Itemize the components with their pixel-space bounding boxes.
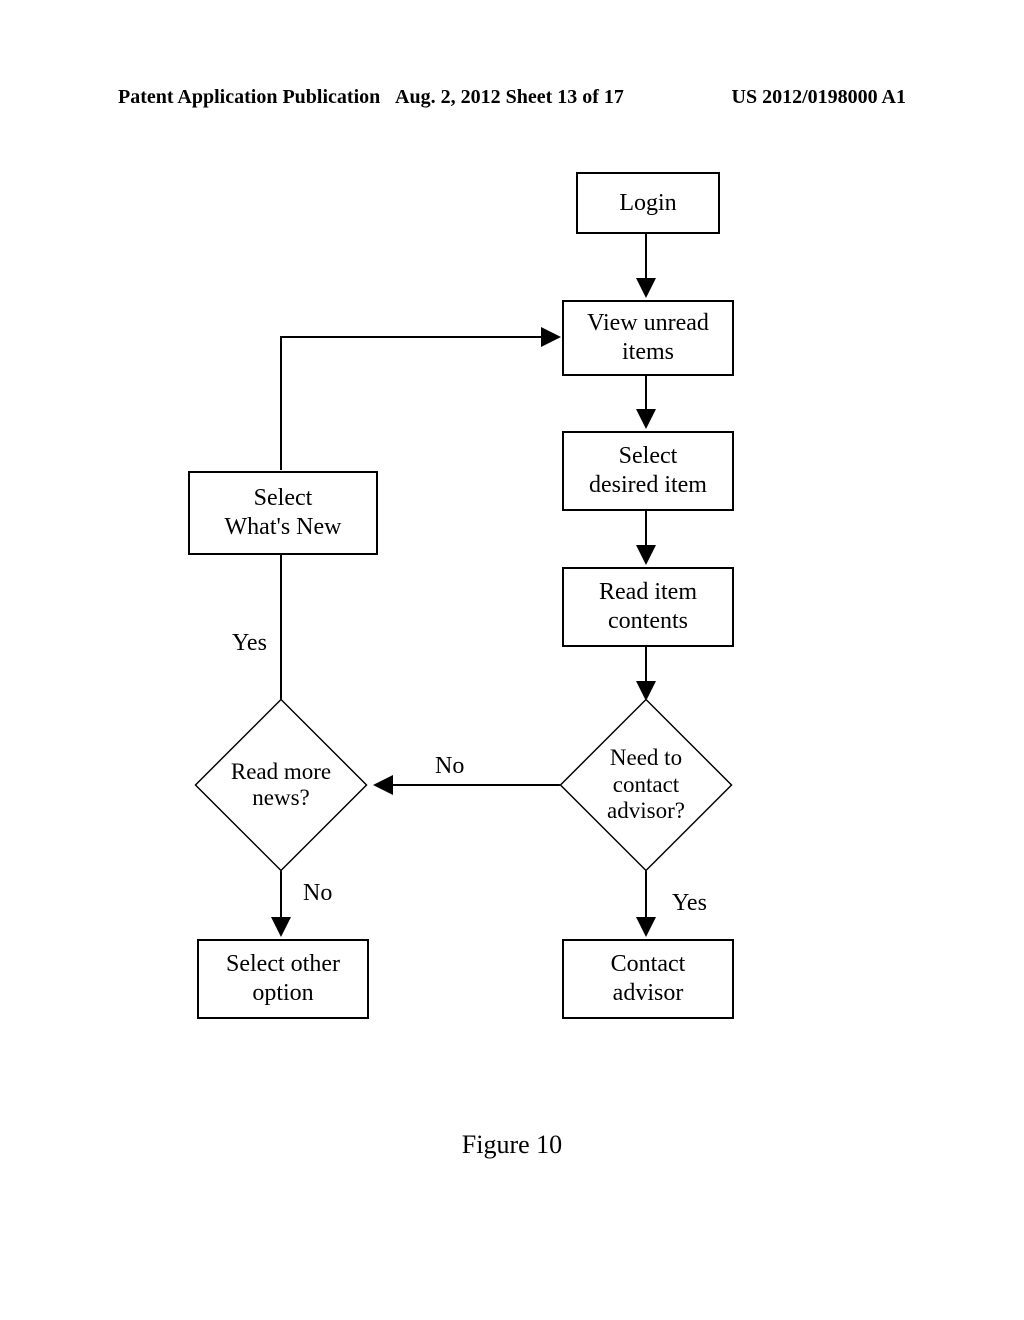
label-yes-left: Yes (232, 630, 267, 657)
node-select-whats-new: SelectWhat's New (188, 471, 378, 555)
node-select-item: Selectdesired item (562, 431, 734, 511)
node-need-contact-label: Need tocontactadvisor? (561, 700, 731, 870)
node-select-other: Select otheroption (197, 939, 369, 1019)
flow-arrows (0, 0, 1024, 1320)
node-view-unread: View unreaditems (562, 300, 734, 376)
node-read-more-label: Read morenews? (196, 700, 366, 870)
label-no-mid: No (435, 753, 464, 780)
node-contact-advisor: Contactadvisor (562, 939, 734, 1019)
node-read-more: Read morenews? (196, 700, 366, 870)
node-need-contact: Need tocontactadvisor? (561, 700, 731, 870)
node-read-contents: Read itemcontents (562, 567, 734, 647)
label-yes-right: Yes (672, 890, 707, 917)
label-no-below: No (303, 880, 332, 907)
node-login: Login (576, 172, 720, 234)
figure-caption: Figure 10 (0, 1130, 1024, 1160)
